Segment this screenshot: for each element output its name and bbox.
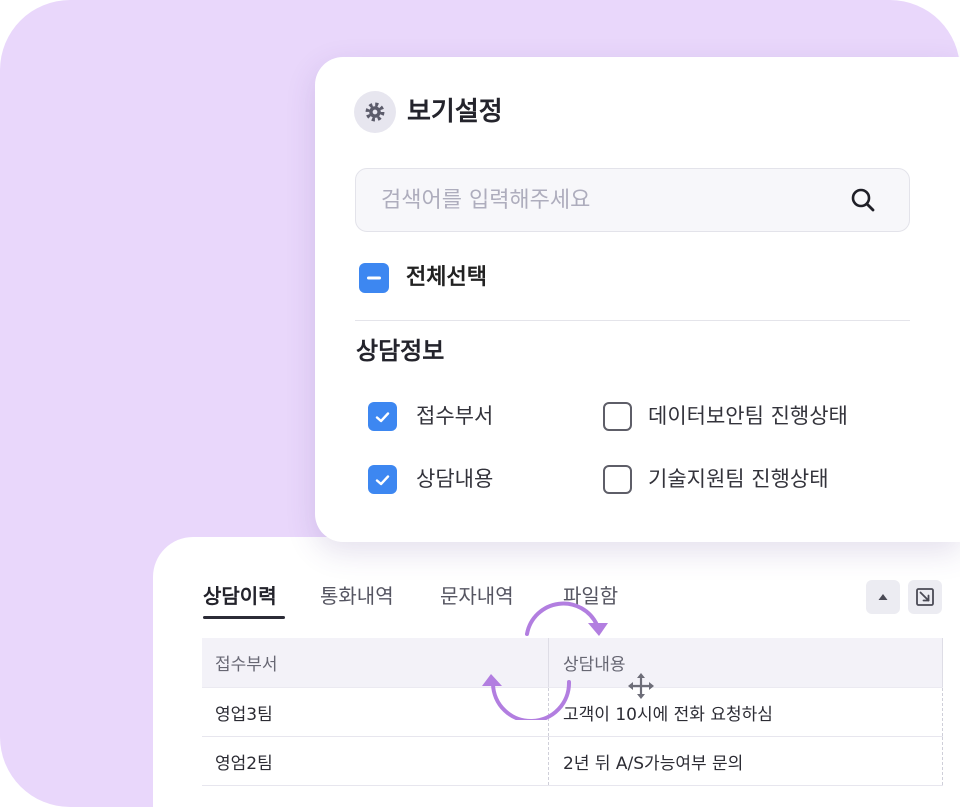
checkbox-consult-content[interactable] xyxy=(368,465,397,494)
view-settings-panel: 보기설정 전체선택 상담정보 접수부서 데이터보안팀 진행상태 상담내용 xyxy=(315,57,960,542)
search-box xyxy=(355,168,910,232)
gear-icon xyxy=(365,102,385,122)
tab-consult-history[interactable]: 상담이력 xyxy=(203,584,277,608)
table-cell: 영엄2팀 xyxy=(215,753,273,774)
checkbox-receiving-dept[interactable] xyxy=(368,402,397,431)
resize-icon xyxy=(916,588,934,606)
settings-icon-badge xyxy=(354,91,396,133)
resize-button[interactable] xyxy=(908,580,942,614)
section-title: 상담정보 xyxy=(356,337,445,365)
table-row[interactable]: 영엄2팀 2년 뒤 A/S가능여부 문의 xyxy=(202,737,943,786)
history-card: 상담이력 통화내역 문자내역 파일함 접수부서 상담내용 영업3팀 고객이 10… xyxy=(153,537,960,807)
table-cell: 고객이 10시에 전화 요청하심 xyxy=(548,688,943,736)
triangle-up-icon xyxy=(878,594,888,600)
divider xyxy=(355,320,910,321)
table-cell: 2년 뒤 A/S가능여부 문의 xyxy=(548,737,943,785)
checkbox-security-team-status[interactable] xyxy=(603,402,632,431)
table-cell: 영업3팀 xyxy=(215,704,273,725)
move-icon xyxy=(628,673,654,699)
collapse-up-button[interactable] xyxy=(866,580,900,614)
search-input[interactable] xyxy=(356,169,836,231)
check-icon xyxy=(375,411,390,422)
option-label-consult-content[interactable]: 상담내용 xyxy=(416,466,493,492)
select-all-label[interactable]: 전체선택 xyxy=(406,265,487,291)
tab-call-history[interactable]: 통화내역 xyxy=(320,584,394,608)
table-row[interactable]: 영업3팀 고객이 10시에 전화 요청하심 xyxy=(202,688,943,737)
option-label-security-team-status[interactable]: 데이터보안팀 진행상태 xyxy=(648,403,848,429)
table-header-row: 접수부서 상담내용 xyxy=(202,638,943,688)
active-tab-indicator xyxy=(203,616,285,619)
column-header-receiving-dept[interactable]: 접수부서 xyxy=(202,638,548,687)
option-label-receiving-dept[interactable]: 접수부서 xyxy=(416,403,493,429)
panel-title: 보기설정 xyxy=(407,97,503,127)
consult-history-table: 접수부서 상담내용 영업3팀 고객이 10시에 전화 요청하심 영엄2팀 2년 … xyxy=(202,638,943,786)
check-icon xyxy=(375,474,390,485)
tab-message-history[interactable]: 문자내역 xyxy=(440,584,514,608)
minus-icon xyxy=(367,276,381,280)
search-icon[interactable] xyxy=(850,187,876,213)
column-header-consult-content[interactable]: 상담내용 xyxy=(548,638,943,687)
select-all-checkbox[interactable] xyxy=(359,263,389,293)
tab-file-box[interactable]: 파일함 xyxy=(563,584,618,608)
checkbox-tech-support-status[interactable] xyxy=(603,465,632,494)
option-label-tech-support-status[interactable]: 기술지원팀 진행상태 xyxy=(648,466,829,492)
